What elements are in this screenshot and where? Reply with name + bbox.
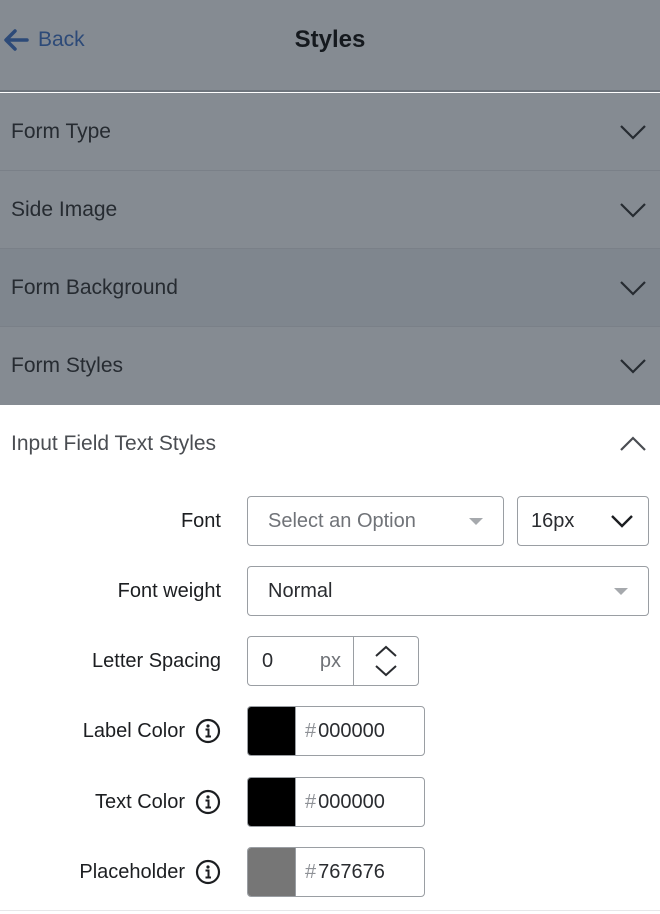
increment-chevron-up-icon[interactable] xyxy=(374,645,398,658)
stepper-buttons xyxy=(354,645,418,677)
text-color-picker: # 000000 xyxy=(247,777,425,827)
font-weight-label: Font weight xyxy=(117,579,221,602)
text-color-row: Text Color # 000000 xyxy=(0,777,660,827)
chevron-down-icon xyxy=(620,359,646,374)
chevron-down-icon xyxy=(620,124,646,140)
decrement-chevron-down-icon[interactable] xyxy=(374,664,398,677)
placeholder-color-hex-input[interactable]: # 767676 xyxy=(296,861,385,884)
accordion-label: Form Background xyxy=(11,275,178,299)
accordion-input-field-text-styles[interactable]: Input Field Text Styles xyxy=(0,404,660,484)
accordion-label: Form Styles xyxy=(11,354,124,377)
accordion-label: Form Type xyxy=(11,119,111,143)
text-color-text: Text Color xyxy=(94,790,185,813)
label-color-value: 000000 xyxy=(318,719,385,742)
info-icon[interactable] xyxy=(195,859,221,885)
accordion-side-image[interactable]: Side Image xyxy=(0,171,660,249)
placeholder-color-text: Placeholder xyxy=(79,860,185,883)
accordion-form-styles[interactable]: Form Styles xyxy=(0,327,660,405)
font-size-value: 16px xyxy=(531,509,575,532)
placeholder-color-picker: # 767676 xyxy=(247,847,425,897)
font-label: Font xyxy=(180,509,221,532)
caret-down-icon xyxy=(614,587,628,595)
font-row: Font Select an Option 16px xyxy=(0,496,660,546)
label-color-row: Label Color # 000000 xyxy=(0,706,660,756)
font-weight-select[interactable]: Normal xyxy=(247,566,649,616)
placeholder-color-value: 767676 xyxy=(318,860,385,883)
hash-prefix: # xyxy=(305,790,317,813)
caret-down-icon xyxy=(469,517,483,525)
chevron-down-icon xyxy=(620,202,646,218)
label-color-swatch[interactable] xyxy=(248,707,296,755)
accordion-form-background[interactable]: Form Background xyxy=(0,249,660,327)
divider xyxy=(0,910,660,911)
text-color-hex-input[interactable]: # 000000 xyxy=(296,791,385,814)
chevron-down-icon xyxy=(620,280,646,296)
accordion-label: Side Image xyxy=(11,197,118,221)
placeholder-color-swatch[interactable] xyxy=(248,848,296,896)
font-family-placeholder: Select an Option xyxy=(268,509,416,532)
info-icon[interactable] xyxy=(195,718,221,744)
accordion-label: Input Field Text Styles xyxy=(11,432,217,455)
font-size-select[interactable]: 16px xyxy=(517,496,649,546)
label-color-hex-input[interactable]: # 000000 xyxy=(296,720,385,743)
info-icon[interactable] xyxy=(195,789,221,815)
letter-spacing-unit: px xyxy=(319,649,341,672)
font-weight-value: Normal xyxy=(268,579,333,602)
font-family-select[interactable]: Select an Option xyxy=(247,496,504,546)
placeholder-color-label: Placeholder xyxy=(79,847,221,897)
label-color-picker: # 000000 xyxy=(247,706,425,756)
label-color-text: Label Color xyxy=(82,719,185,742)
letter-spacing-stepper: 0 px xyxy=(247,636,419,686)
accordion-form-type[interactable]: Form Type xyxy=(0,93,660,171)
letter-spacing-row: Letter Spacing 0 px xyxy=(0,636,660,686)
text-color-label: Text Color xyxy=(95,777,221,827)
chevron-down-icon xyxy=(611,515,633,528)
header-bar: Back Styles xyxy=(0,0,660,92)
hash-prefix: # xyxy=(305,860,317,883)
placeholder-color-row: Placeholder # 767676 xyxy=(0,847,660,897)
letter-spacing-input[interactable]: 0 px xyxy=(248,637,354,685)
letter-spacing-value: 0 xyxy=(262,649,274,672)
text-color-value: 000000 xyxy=(318,790,385,813)
page-title: Styles xyxy=(294,26,366,53)
label-color-label: Label Color xyxy=(83,706,221,756)
chevron-up-icon xyxy=(620,436,646,451)
hash-prefix: # xyxy=(305,719,317,742)
font-weight-row: Font weight Normal xyxy=(0,566,660,616)
letter-spacing-label: Letter Spacing xyxy=(92,649,221,672)
text-color-swatch[interactable] xyxy=(248,778,296,826)
